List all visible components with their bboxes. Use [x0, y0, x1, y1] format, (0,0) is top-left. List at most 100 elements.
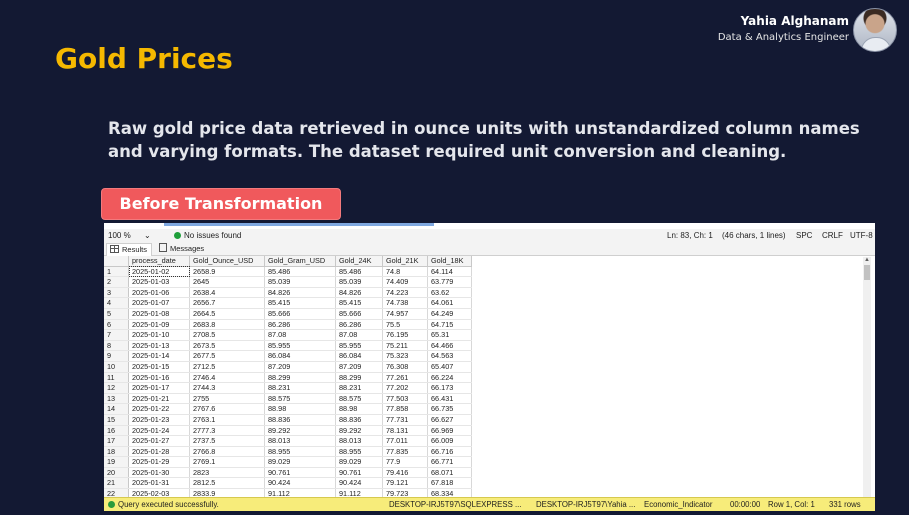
row-number[interactable]: 12: [104, 382, 129, 394]
row-number[interactable]: 5: [104, 308, 129, 320]
row-number[interactable]: 15: [104, 414, 129, 426]
table-cell[interactable]: 87.08: [335, 329, 383, 341]
table-cell[interactable]: 2025-01-06: [128, 287, 190, 299]
table-cell[interactable]: 77.9: [382, 456, 428, 468]
table-cell[interactable]: 88.836: [335, 414, 383, 426]
table-cell[interactable]: 79.723: [382, 488, 428, 497]
table-row[interactable]: 11 2025-01-16 2746.4 88.299 88.299 77.261 66.2…: [104, 372, 472, 384]
table-row[interactable]: 6 2025-01-09 2683.8 86.286 86.286 75.5 64.715: [104, 319, 472, 331]
table-cell[interactable]: 2769.1: [189, 456, 265, 468]
table-cell[interactable]: 85.039: [264, 276, 336, 288]
table-cell[interactable]: 64.563: [427, 350, 472, 362]
table-cell[interactable]: 79.121: [382, 477, 428, 490]
table-cell[interactable]: 2025-01-15: [128, 361, 190, 373]
table-cell[interactable]: 2025-01-17: [128, 382, 190, 394]
table-cell[interactable]: 2673.5: [189, 340, 265, 352]
table-row[interactable]: 14 2025-01-22 2767.6 88.98 88.98 77.858 66.735: [104, 403, 472, 415]
table-cell[interactable]: 87.209: [335, 361, 383, 373]
spacing-mode[interactable]: SPC: [796, 229, 812, 243]
table-cell[interactable]: 88.299: [335, 372, 383, 384]
table-cell[interactable]: 2025-01-30: [128, 467, 190, 479]
table-cell[interactable]: 2025-01-07: [128, 297, 190, 309]
table-cell[interactable]: 2025-01-16: [128, 372, 190, 384]
scroll-thumb[interactable]: [864, 265, 870, 280]
column-header[interactable]: Gold_24K: [335, 256, 383, 267]
table-cell[interactable]: 85.039: [335, 276, 383, 288]
row-number[interactable]: 6: [104, 319, 129, 331]
row-number[interactable]: 21: [104, 477, 129, 490]
table-cell[interactable]: 2767.6: [189, 403, 265, 415]
table-row[interactable]: 16 2025-01-24 2777.3 89.292 89.292 78.131 66.9…: [104, 425, 472, 437]
table-cell[interactable]: 2025-01-02: [128, 266, 190, 278]
row-number[interactable]: 2: [104, 276, 129, 288]
row-number[interactable]: 20: [104, 467, 129, 479]
table-cell[interactable]: 2025-01-29: [128, 456, 190, 468]
table-cell[interactable]: 66.771: [427, 456, 472, 468]
table-cell[interactable]: 84.826: [335, 287, 383, 299]
row-number[interactable]: 19: [104, 456, 129, 468]
table-cell[interactable]: 2025-01-03: [128, 276, 190, 288]
table-cell[interactable]: 2025-01-31: [128, 477, 190, 490]
table-cell[interactable]: 2677.5: [189, 350, 265, 362]
table-cell[interactable]: 77.202: [382, 382, 428, 394]
table-cell[interactable]: 86.084: [335, 350, 383, 362]
table-cell[interactable]: 63.62: [427, 287, 472, 299]
table-cell[interactable]: 64.466: [427, 340, 472, 352]
table-cell[interactable]: 66.969: [427, 425, 472, 437]
table-cell[interactable]: 66.431: [427, 393, 472, 405]
table-cell[interactable]: 90.424: [335, 477, 383, 490]
table-cell[interactable]: 85.486: [264, 266, 336, 278]
table-cell[interactable]: 2025-01-08: [128, 308, 190, 320]
table-cell[interactable]: 85.666: [264, 308, 336, 320]
table-cell[interactable]: 2638.4: [189, 287, 265, 299]
table-cell[interactable]: 66.716: [427, 446, 472, 458]
table-cell[interactable]: 64.114: [427, 266, 472, 278]
table-cell[interactable]: 2683.8: [189, 319, 265, 331]
row-number[interactable]: 18: [104, 446, 129, 458]
table-cell[interactable]: 2656.7: [189, 297, 265, 309]
table-cell[interactable]: 77.731: [382, 414, 428, 426]
table-cell[interactable]: 87.08: [264, 329, 336, 341]
results-grid[interactable]: process_date Gold_Ounce_USD Gold_Gram_US…: [104, 256, 864, 497]
row-number[interactable]: 8: [104, 340, 129, 352]
table-cell[interactable]: 2812.5: [189, 477, 265, 490]
table-cell[interactable]: 88.836: [264, 414, 336, 426]
table-cell[interactable]: 85.415: [335, 297, 383, 309]
table-cell[interactable]: 89.292: [335, 425, 383, 437]
row-number[interactable]: 14: [104, 403, 129, 415]
table-cell[interactable]: 75.5: [382, 319, 428, 331]
table-cell[interactable]: 91.112: [335, 488, 383, 497]
table-cell[interactable]: 74.738: [382, 297, 428, 309]
vertical-scrollbar[interactable]: ▲: [863, 257, 871, 497]
table-cell[interactable]: 65.407: [427, 361, 472, 373]
table-cell[interactable]: 2025-01-21: [128, 393, 190, 405]
column-header[interactable]: Gold_18K: [427, 256, 472, 267]
row-number[interactable]: 10: [104, 361, 129, 373]
table-row[interactable]: 9 2025-01-14 2677.5 86.084 86.084 75.323 64.56…: [104, 350, 472, 362]
table-cell[interactable]: 88.231: [335, 382, 383, 394]
table-cell[interactable]: 2025-01-10: [128, 329, 190, 341]
table-cell[interactable]: 88.231: [264, 382, 336, 394]
table-row[interactable]: 1 2025-01-02 2658.9 85.486 85.486 74.8 64.114: [104, 266, 472, 278]
table-cell[interactable]: 65.31: [427, 329, 472, 341]
table-cell[interactable]: 77.835: [382, 446, 428, 458]
table-cell[interactable]: 64.715: [427, 319, 472, 331]
table-cell[interactable]: 68.334: [427, 488, 472, 497]
table-cell[interactable]: 66.627: [427, 414, 472, 426]
table-cell[interactable]: 86.084: [264, 350, 336, 362]
table-cell[interactable]: 85.666: [335, 308, 383, 320]
table-cell[interactable]: 66.173: [427, 382, 472, 394]
table-cell[interactable]: 2025-01-14: [128, 350, 190, 362]
table-row[interactable]: 18 2025-01-28 2766.8 88.955 88.955 77.835 66.7…: [104, 446, 472, 458]
table-cell[interactable]: 75.323: [382, 350, 428, 362]
table-cell[interactable]: 85.955: [335, 340, 383, 352]
table-row[interactable]: 19 2025-01-29 2769.1 89.029 89.029 77.9 66.771: [104, 456, 472, 468]
table-cell[interactable]: 90.424: [264, 477, 336, 490]
row-number[interactable]: 16: [104, 425, 129, 437]
table-cell[interactable]: 88.955: [335, 446, 383, 458]
row-number[interactable]: 13: [104, 393, 129, 405]
table-cell[interactable]: 2645: [189, 276, 265, 288]
table-cell[interactable]: 2664.5: [189, 308, 265, 320]
table-cell[interactable]: 2744.3: [189, 382, 265, 394]
issues-indicator[interactable]: No issues found: [174, 229, 241, 243]
